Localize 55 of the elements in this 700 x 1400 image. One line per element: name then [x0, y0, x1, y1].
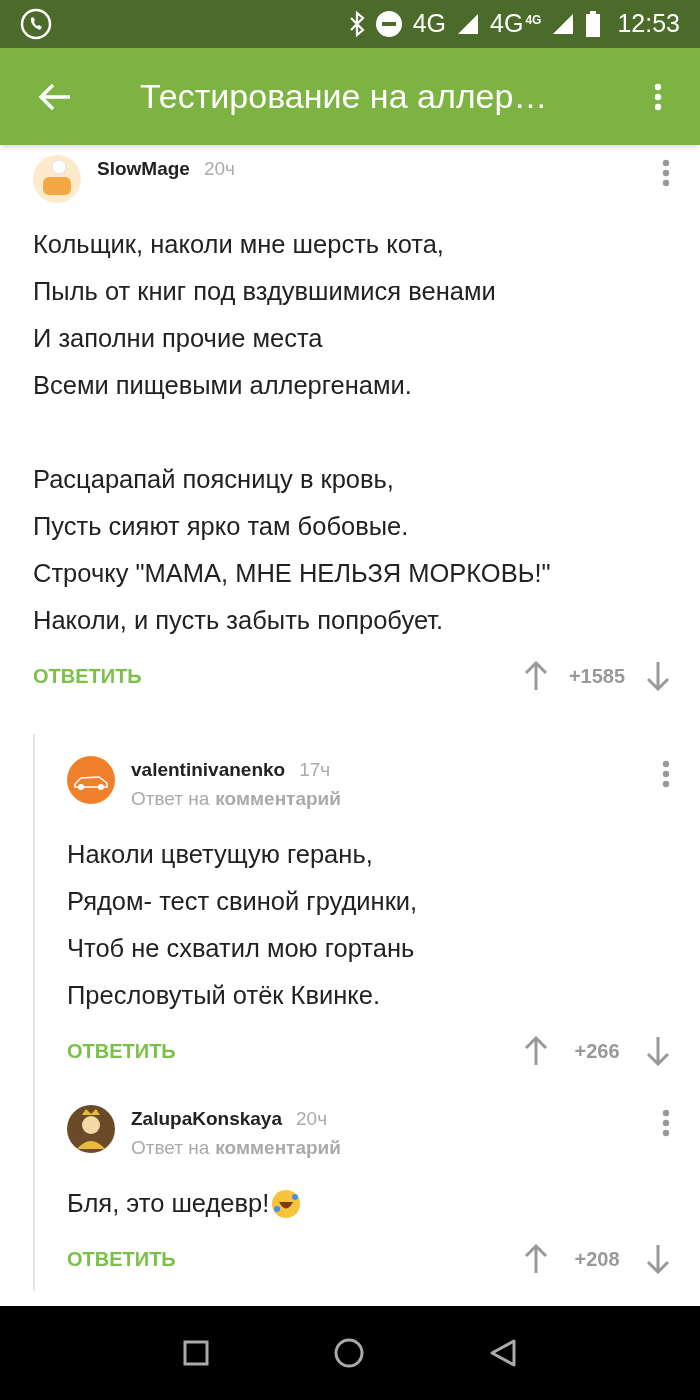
network-type: 4G: [412, 8, 447, 40]
app-bar-title: Тестирование на аллер…: [140, 76, 549, 117]
reply-to-label: Ответ на: [131, 1135, 210, 1160]
phone-call-icon: [20, 8, 52, 40]
recent-apps-icon[interactable]: [182, 1340, 209, 1366]
downvote-arrow-icon[interactable]: [646, 1036, 670, 1066]
comment-line: Строчку "МАМА, МНЕ НЕЛЬЗЯ МОРКОВЬ!": [33, 558, 551, 589]
comment-line: Наколи цветущую герань,: [67, 839, 373, 870]
clock: 12:53: [617, 8, 680, 40]
comment-line: Рядом- тест свиной грудинки,: [67, 886, 418, 917]
downvote-arrow-icon[interactable]: [646, 661, 670, 691]
reply-button[interactable]: ОТВЕТИТЬ: [67, 1244, 176, 1274]
author-name[interactable]: valentinivanenko: [131, 756, 286, 785]
battery-icon: [585, 10, 602, 38]
network-type: 4G: [490, 8, 524, 40]
comment-score: +266: [573, 1039, 621, 1064]
signal-icon: [551, 12, 576, 36]
upvote-arrow-icon[interactable]: [524, 1244, 548, 1274]
reply-to-label: Ответ на: [131, 786, 210, 811]
author-name[interactable]: ZalupaKonskaya: [131, 1105, 282, 1134]
comment-line: Наколи, и пусть забыть попробует.: [33, 605, 444, 636]
more-options-icon[interactable]: [662, 1109, 670, 1137]
comment-link[interactable]: комментарий: [215, 784, 341, 813]
back-icon[interactable]: [489, 1338, 518, 1368]
downvote-arrow-icon[interactable]: [646, 1244, 670, 1274]
home-icon[interactable]: [334, 1338, 364, 1368]
comment-line: Чтоб не схватил мою гортань: [67, 933, 415, 964]
comment-line: Пыль от книг под вздувшимися венами: [33, 276, 496, 307]
comment-line: Бля, это шедевр!: [67, 1188, 270, 1219]
signal-icon: [456, 12, 481, 36]
comment-line: И заполни прочие места: [33, 323, 323, 354]
do-not-disturb-icon: [374, 10, 403, 38]
author-name[interactable]: SlowMage: [97, 155, 190, 184]
comment-time: 20ч: [296, 1107, 328, 1131]
more-options-icon[interactable]: [654, 82, 662, 111]
avatar-icon[interactable]: [67, 1105, 115, 1153]
comment-line: Расцарапай поясницу в кровь,: [33, 464, 394, 495]
upvote-arrow-icon[interactable]: [524, 661, 548, 691]
bluetooth-icon: [348, 11, 365, 37]
back-arrow-icon[interactable]: [38, 82, 72, 111]
comment-line: Кольщик, наколи мне шерсть кота,: [33, 229, 444, 260]
network-superscript-label: 4G: [525, 12, 542, 30]
reply-button[interactable]: ОТВЕТИТЬ: [33, 661, 142, 691]
comment-time: 20ч: [203, 157, 235, 181]
more-options-icon[interactable]: [662, 159, 670, 187]
comment-link[interactable]: комментарий: [215, 1133, 341, 1162]
comment-line: Всеми пищевыми аллергенами.: [33, 370, 412, 401]
more-options-icon[interactable]: [662, 760, 670, 788]
comment-score: +208: [573, 1247, 621, 1272]
reply-button[interactable]: ОТВЕТИТЬ: [67, 1036, 176, 1066]
upvote-arrow-icon[interactable]: [524, 1036, 548, 1066]
comment-line: Пресловутый отёк Квинке.: [67, 980, 381, 1011]
comment-time: 17ч: [299, 758, 331, 782]
comment-score: +1585: [567, 664, 627, 689]
comment-line: Пусть сияют ярко там бобовые.: [33, 511, 409, 542]
